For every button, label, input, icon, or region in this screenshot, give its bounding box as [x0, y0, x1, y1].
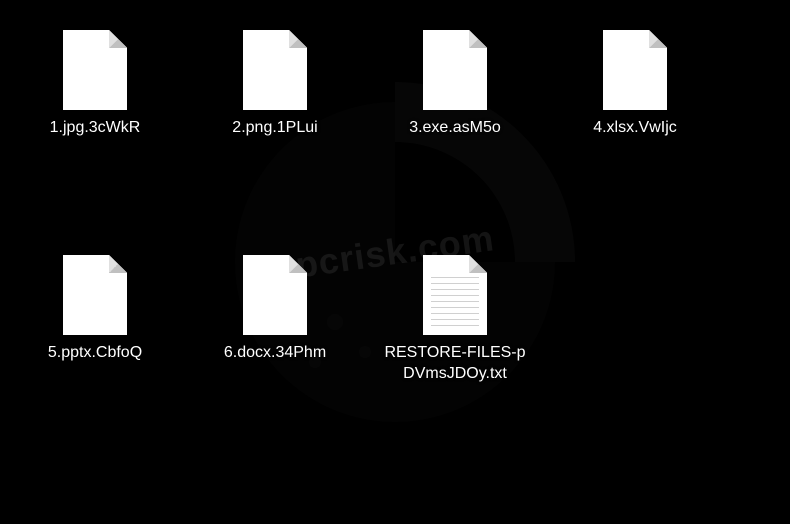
file-label: 1.jpg.3cWkR: [50, 118, 141, 139]
file-label: 3.exe.asM5o: [409, 118, 501, 139]
file-item[interactable]: 1.jpg.3cWkR: [20, 30, 170, 139]
file-item[interactable]: RESTORE-FILES-pDVmsJDOy.txt: [380, 255, 530, 385]
text-file-icon: [423, 255, 487, 335]
file-label: 2.png.1PLui: [232, 118, 317, 139]
file-item[interactable]: 3.exe.asM5o: [380, 30, 530, 139]
file-item[interactable]: 5.pptx.CbfoQ: [20, 255, 170, 364]
blank-file-icon: [63, 30, 127, 110]
file-label: 6.docx.34Phm: [224, 343, 326, 364]
file-label: 4.xlsx.VwIjc: [593, 118, 677, 139]
file-item[interactable]: 6.docx.34Phm: [200, 255, 350, 364]
blank-file-icon: [243, 255, 307, 335]
file-item[interactable]: 2.png.1PLui: [200, 30, 350, 139]
file-label: 5.pptx.CbfoQ: [48, 343, 142, 364]
desktop-area: 1.jpg.3cWkR 2.png.1PLui 3.exe.asM5o 4.xl…: [0, 0, 790, 524]
blank-file-icon: [423, 30, 487, 110]
blank-file-icon: [63, 255, 127, 335]
file-label: RESTORE-FILES-pDVmsJDOy.txt: [380, 343, 530, 385]
file-item[interactable]: 4.xlsx.VwIjc: [560, 30, 710, 139]
blank-file-icon: [603, 30, 667, 110]
blank-file-icon: [243, 30, 307, 110]
